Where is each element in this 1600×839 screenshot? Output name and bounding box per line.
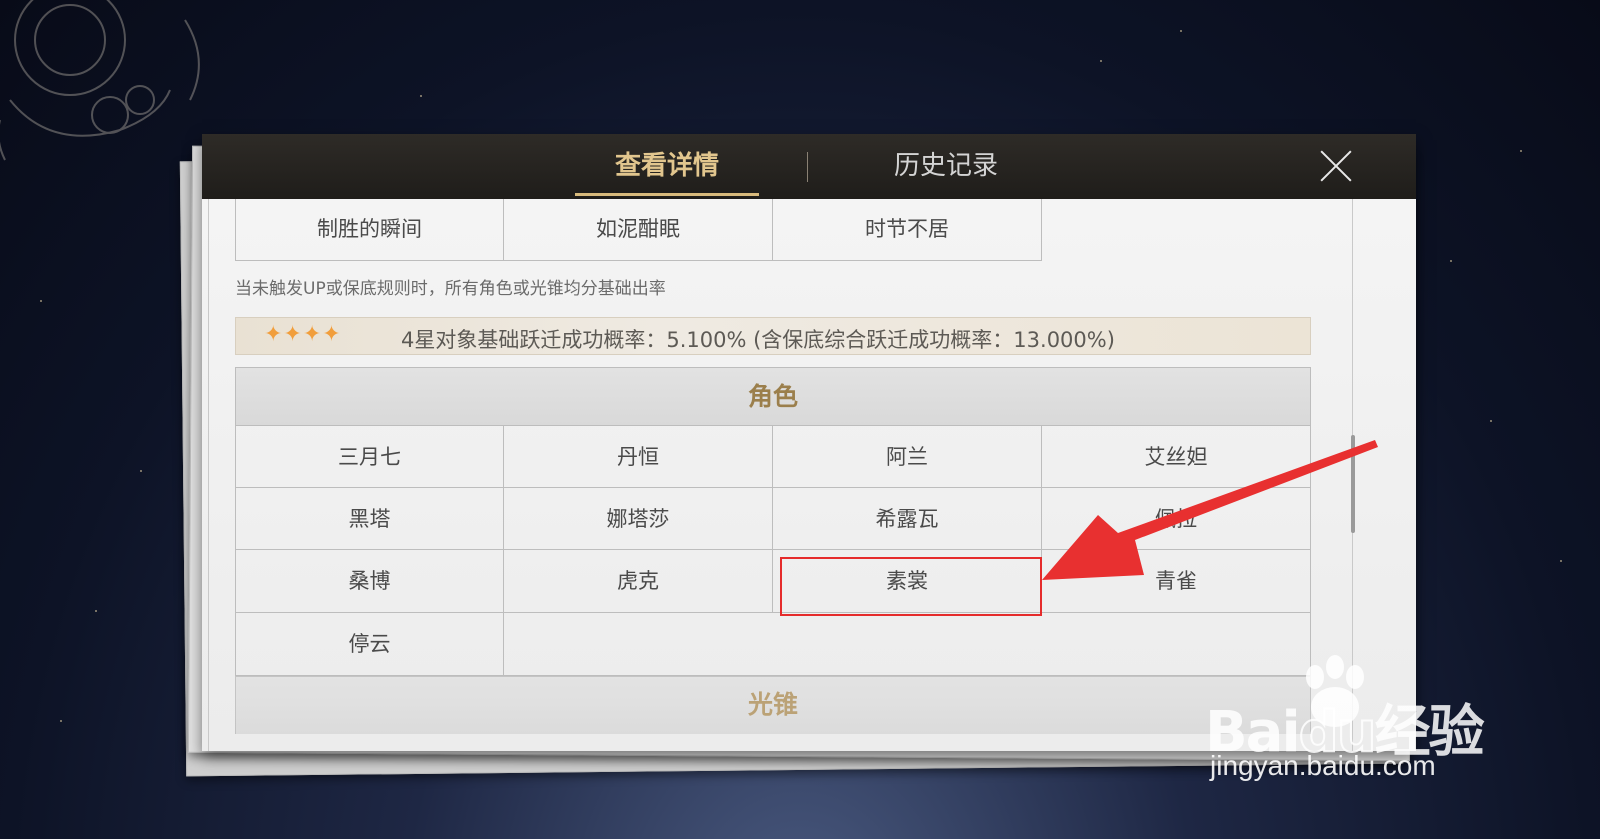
character-cell: 阿兰	[773, 425, 1042, 488]
character-cell: 三月七	[235, 425, 504, 488]
character-cell: 丹恒	[504, 425, 773, 488]
light-cone-heading: 光锥	[235, 676, 1311, 734]
four-star-rate-bar: ✦✦✦✦ 4星对象基础跃迁成功概率：5.100% (含保底综合跃迁成功概率：13…	[235, 317, 1311, 355]
watermark-url: jingyan.baidu.com	[1210, 750, 1436, 781]
empty-cell	[504, 613, 1311, 676]
character-cell: 娜塔莎	[504, 488, 773, 550]
tab-details[interactable]: 查看详情	[575, 134, 759, 199]
four-star-rate-text: 4星对象基础跃迁成功概率：5.100% (含保底综合跃迁成功概率：13.000%…	[401, 328, 1115, 352]
rate-rule-note: 当未触发UP或保底规则时，所有角色或光锥均分基础出率	[235, 279, 666, 299]
character-cell: 黑塔	[235, 488, 504, 550]
dialog-header: 查看详情 历史记录	[202, 134, 1416, 199]
character-cell: 停云	[235, 613, 504, 676]
up-item-cell: 如泥酣眠	[504, 199, 773, 261]
characters-heading: 角色	[235, 367, 1311, 425]
annotation-arrow-icon	[1042, 440, 1378, 580]
tab-history[interactable]: 历史记录	[856, 134, 1036, 199]
character-cell: 希露瓦	[773, 488, 1042, 550]
character-sketch-decoration	[0, 0, 200, 161]
four-star-icon: ✦✦✦✦	[264, 322, 342, 347]
up-item-cell: 时节不居	[773, 199, 1042, 261]
close-icon[interactable]	[1318, 148, 1354, 184]
character-cell: 桑博	[235, 550, 504, 613]
tab-divider	[807, 152, 808, 182]
highlight-box	[780, 557, 1042, 616]
baidu-watermark: Baidu经验 jingyan.baidu.com	[1205, 650, 1495, 790]
left-border-line	[208, 199, 209, 751]
character-cell: 虎克	[504, 550, 773, 613]
up-item-cell: 制胜的瞬间	[235, 199, 504, 261]
